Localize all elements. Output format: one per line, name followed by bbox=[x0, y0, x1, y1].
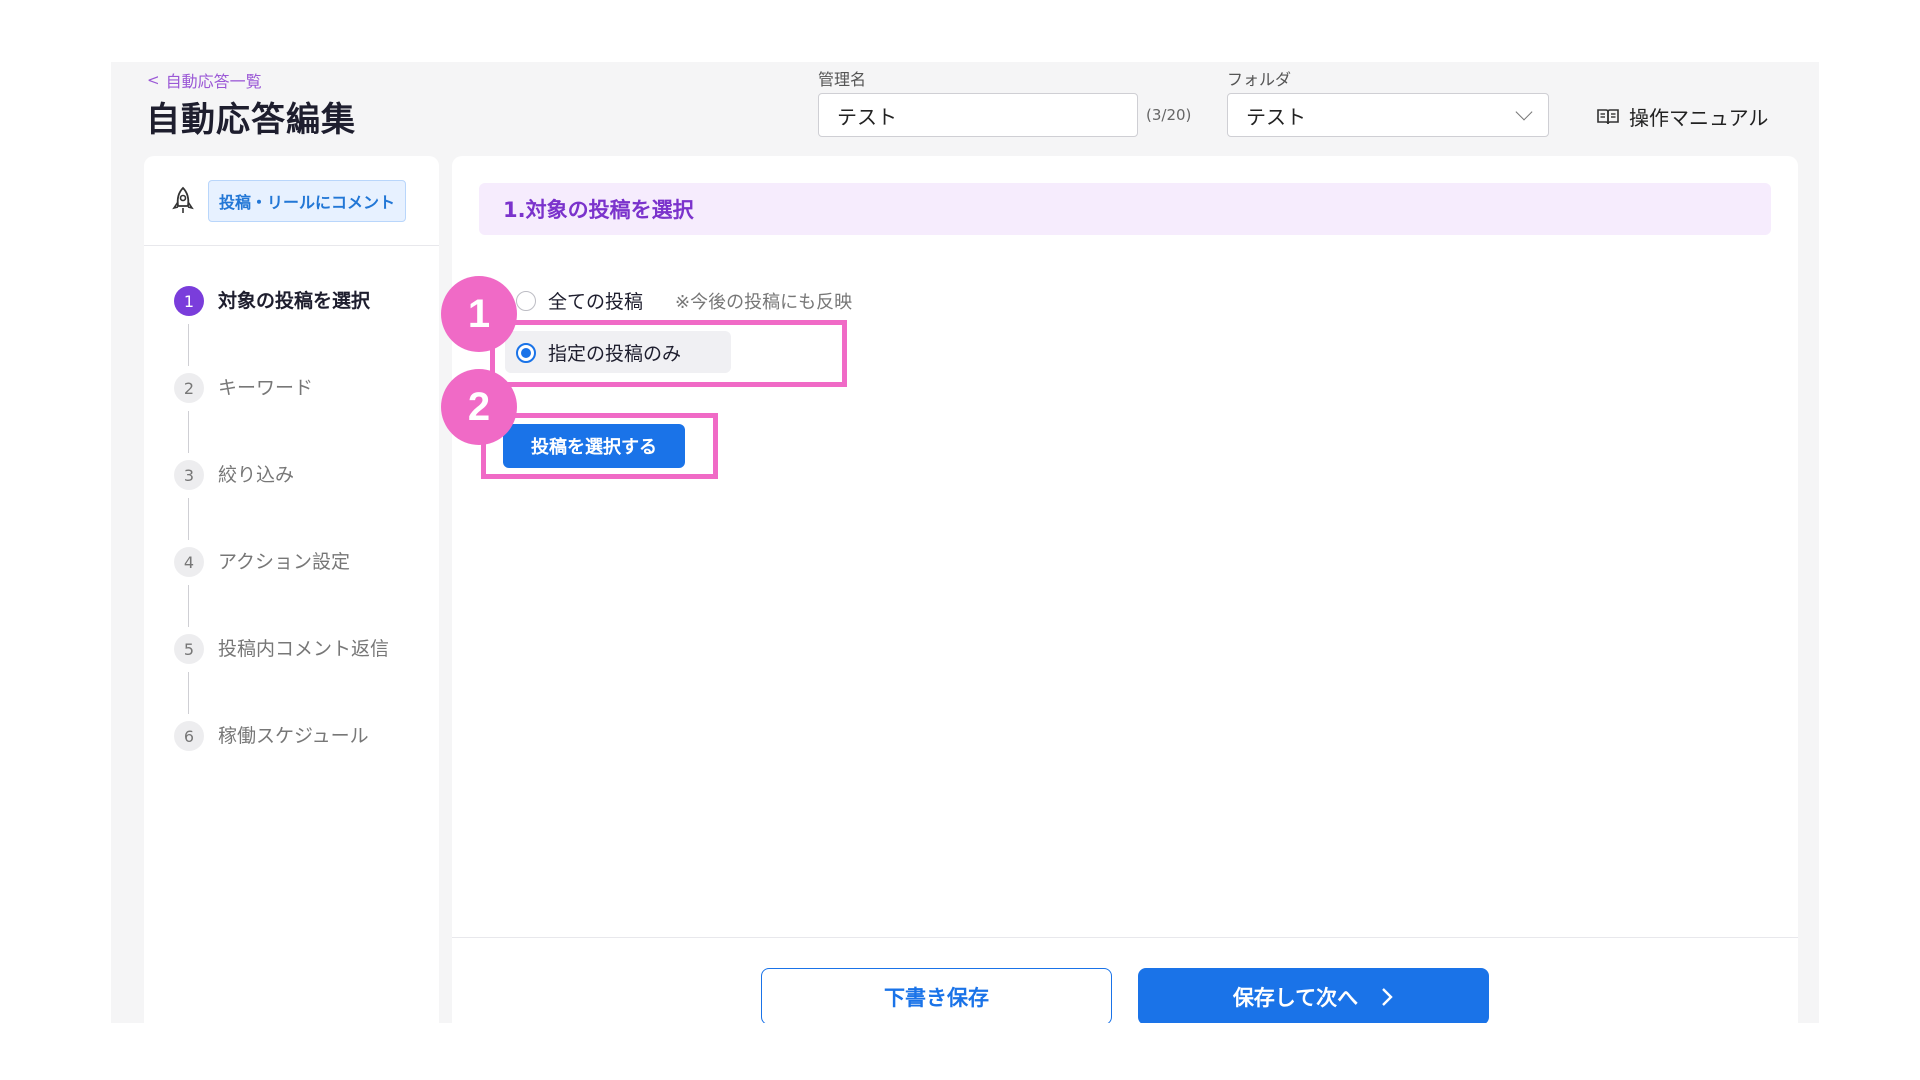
chevron-right-icon bbox=[1382, 987, 1393, 1006]
folder-field-label: フォルダ bbox=[1227, 70, 1292, 89]
book-icon bbox=[1597, 108, 1619, 124]
radio-all-note: ※今後の投稿にも反映 bbox=[675, 291, 853, 313]
main-panel: 1.対象の投稿を選択 全ての投稿 ※今後の投稿にも反映 指定の投稿のみ 投稿を選… bbox=[452, 156, 1798, 1023]
step-item-1[interactable]: 1 対象の投稿を選択 bbox=[174, 286, 389, 373]
step-number: 6 bbox=[174, 721, 204, 751]
step-number: 3 bbox=[174, 460, 204, 490]
name-char-counter: (3/20) bbox=[1146, 106, 1192, 124]
step-list: 1 対象の投稿を選択 2 キーワード 3 絞り込み 4 アクション設定 5 投稿… bbox=[174, 286, 389, 808]
step-label: 稼働スケジュール bbox=[218, 725, 369, 747]
step-item-3[interactable]: 3 絞り込み bbox=[174, 460, 389, 547]
manual-link[interactable]: 操作マニュアル bbox=[1597, 102, 1768, 131]
step-label: キーワード bbox=[218, 377, 314, 399]
folder-select-value: テスト bbox=[1246, 104, 1306, 129]
step-label: アクション設定 bbox=[218, 551, 351, 573]
step-connector bbox=[188, 585, 189, 627]
save-and-next-button[interactable]: 保存して次へ bbox=[1138, 968, 1489, 1023]
app-window: < 自動応答一覧 自動応答編集 管理名 (3/20) フォルダ テスト 操作マニ… bbox=[111, 62, 1819, 1023]
step-connector bbox=[188, 411, 189, 453]
folder-select[interactable]: テスト bbox=[1227, 93, 1549, 137]
step-item-2[interactable]: 2 キーワード bbox=[174, 373, 389, 460]
step-label: 絞り込み bbox=[218, 464, 295, 486]
sidebar-header: 投稿・リールにコメント bbox=[144, 156, 439, 246]
back-link-label: 自動応答一覧 bbox=[165, 72, 262, 91]
save-and-next-label: 保存して次へ bbox=[1232, 985, 1359, 1010]
step-number: 4 bbox=[174, 547, 204, 577]
name-input[interactable] bbox=[818, 93, 1138, 137]
annotation-badge-1: 1 bbox=[441, 276, 517, 352]
annotation-badge-2: 2 bbox=[441, 369, 517, 445]
chevron-left-icon: < bbox=[147, 71, 160, 89]
step-connector bbox=[188, 672, 189, 714]
radio-all-label: 全ての投稿 bbox=[548, 291, 644, 313]
step-number: 1 bbox=[174, 286, 204, 316]
step-connector bbox=[188, 498, 189, 540]
step-connector bbox=[188, 324, 189, 366]
name-field-label: 管理名 bbox=[818, 70, 867, 89]
chevron-down-icon bbox=[1515, 103, 1533, 121]
annotation-highlight-1 bbox=[490, 320, 847, 387]
back-to-list-link[interactable]: < 自動応答一覧 bbox=[147, 68, 262, 92]
radio-all-posts[interactable]: 全ての投稿 ※今後の投稿にも反映 bbox=[516, 287, 852, 314]
save-draft-button[interactable]: 下書き保存 bbox=[761, 968, 1112, 1023]
rocket-icon bbox=[172, 186, 194, 213]
step-label: 対象の投稿を選択 bbox=[218, 290, 371, 312]
step-item-4[interactable]: 4 アクション設定 bbox=[174, 547, 389, 634]
trigger-type-chip: 投稿・リールにコメント bbox=[208, 179, 407, 222]
annotation-highlight-2 bbox=[481, 413, 718, 479]
radio-button[interactable] bbox=[516, 290, 536, 311]
manual-link-label: 操作マニュアル bbox=[1629, 106, 1769, 130]
section-title: 1.対象の投稿を選択 bbox=[479, 183, 1771, 235]
steps-sidebar: 投稿・リールにコメント 1 対象の投稿を選択 2 キーワード 3 絞り込み 4 … bbox=[144, 156, 439, 1023]
step-item-5[interactable]: 5 投稿内コメント返信 bbox=[174, 634, 389, 721]
footer-divider bbox=[452, 937, 1798, 938]
step-label: 投稿内コメント返信 bbox=[218, 638, 390, 660]
step-item-6[interactable]: 6 稼働スケジュール bbox=[174, 721, 389, 808]
page-title: 自動応答編集 bbox=[146, 100, 356, 140]
step-number: 2 bbox=[174, 373, 204, 403]
step-number: 5 bbox=[174, 634, 204, 664]
